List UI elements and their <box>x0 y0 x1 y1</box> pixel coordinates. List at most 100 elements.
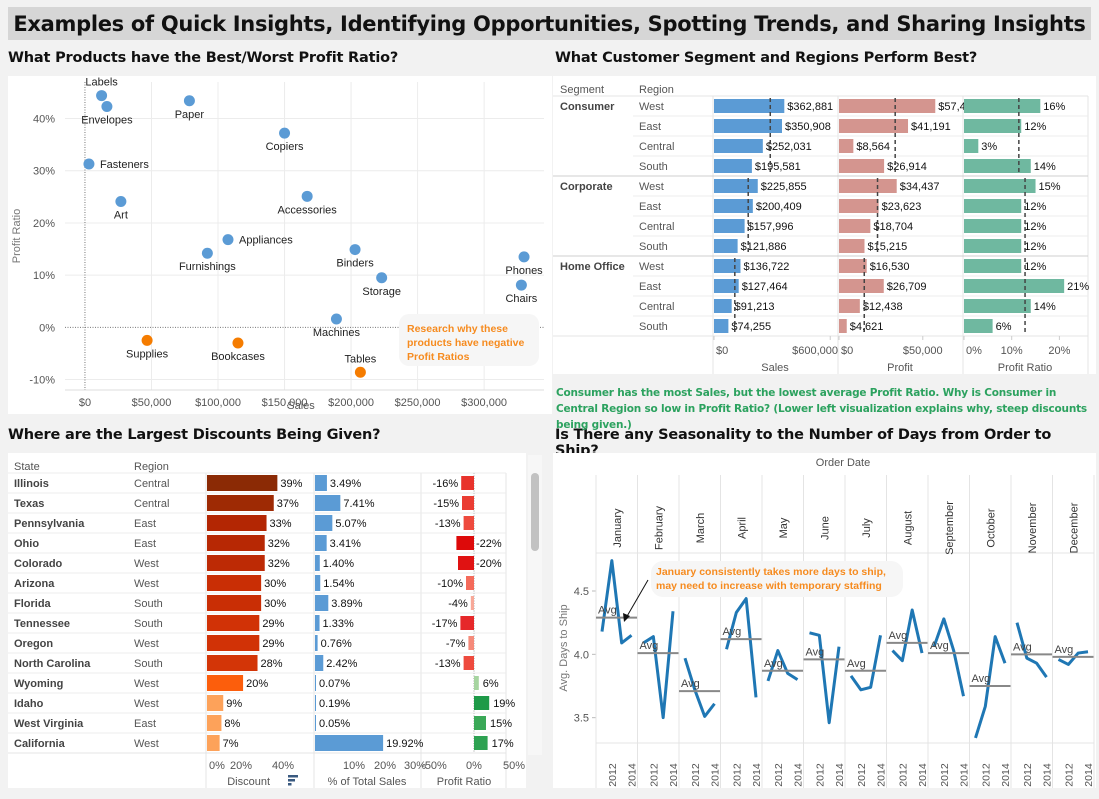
scatter-point[interactable] <box>279 127 291 139</box>
profit-ratio-bar[interactable] <box>461 476 474 490</box>
pct-sales-bar[interactable] <box>315 735 384 751</box>
pct-sales-bar[interactable] <box>315 675 316 691</box>
scatter-point[interactable] <box>183 95 195 107</box>
profit-ratio-bar[interactable] <box>458 556 474 570</box>
pct-sales-bar[interactable] <box>315 495 341 511</box>
scatter-point[interactable] <box>301 190 313 202</box>
bar-profit[interactable] <box>839 239 865 253</box>
bar-profit-ratio[interactable] <box>964 259 1022 273</box>
bar-sales[interactable] <box>714 299 732 313</box>
discount-bar[interactable] <box>207 695 224 711</box>
bar-profit[interactable] <box>839 299 860 313</box>
discount-bar[interactable] <box>207 475 278 491</box>
bar-profit-ratio[interactable] <box>964 219 1022 233</box>
scatter-point[interactable] <box>349 244 361 256</box>
scatter-point[interactable] <box>232 337 244 349</box>
discount-scrollbar-thumb[interactable] <box>531 473 539 551</box>
bar-sales[interactable] <box>714 119 782 133</box>
profit-ratio-bar[interactable] <box>468 636 474 650</box>
discount-bar[interactable] <box>207 495 274 511</box>
bar-profit[interactable] <box>839 99 936 113</box>
seasonality-line-chart[interactable]: Order Date 3.5 4.0 4.5 Avg. Days to Ship Janu… <box>553 453 1096 788</box>
bar-profit-ratio[interactable] <box>964 319 993 333</box>
profit-ratio-bar[interactable] <box>460 616 474 630</box>
bar-profit-ratio[interactable] <box>964 119 1022 133</box>
bar-profit[interactable] <box>839 119 909 133</box>
pct-sales-bar[interactable] <box>315 515 333 531</box>
profit-ratio-bar[interactable] <box>456 536 474 550</box>
bar-profit-ratio[interactable] <box>964 159 1031 173</box>
scatter-point[interactable] <box>330 313 342 325</box>
bar-sales[interactable] <box>714 219 745 233</box>
scatter-point[interactable] <box>515 279 527 291</box>
discount-bar[interactable] <box>207 735 220 751</box>
scatter-point[interactable] <box>354 366 366 378</box>
scatter-point[interactable] <box>115 196 127 208</box>
profit-ratio-bar[interactable] <box>474 676 479 690</box>
discount-bar[interactable] <box>207 535 265 551</box>
pct-sales-bar[interactable] <box>315 475 327 491</box>
bar-sales[interactable] <box>714 139 763 153</box>
pct-sales-bar[interactable] <box>315 655 324 671</box>
scatter-chart[interactable]: $0 $50,000 $100,000 $150,000 $200,000 $250,00… <box>8 76 552 414</box>
profit-ratio-bar[interactable] <box>474 716 486 730</box>
profit-ratio-bar[interactable] <box>470 596 474 610</box>
bar-profit-ratio[interactable] <box>964 279 1065 293</box>
days-to-ship-line[interactable] <box>725 597 758 698</box>
discount-bar[interactable] <box>207 715 222 731</box>
scatter-point[interactable] <box>83 158 95 170</box>
bar-sales[interactable] <box>714 99 785 113</box>
scatter-point[interactable] <box>141 334 153 346</box>
discount-bar[interactable] <box>207 675 244 691</box>
pct-sales-bar[interactable] <box>315 635 318 651</box>
bar-sales[interactable] <box>714 259 741 273</box>
discount-bar-chart[interactable]: State Region Illinois Central 39% 3.49% -16% Te… <box>8 453 526 788</box>
pct-sales-bar[interactable] <box>315 715 316 731</box>
discount-bar[interactable] <box>207 655 258 671</box>
days-to-ship-line[interactable] <box>974 635 1007 739</box>
bar-sales[interactable] <box>714 319 729 333</box>
bar-profit-ratio[interactable] <box>964 139 979 153</box>
pct-sales-bar[interactable] <box>315 575 321 591</box>
bar-profit[interactable] <box>839 179 897 193</box>
discount-bar[interactable] <box>207 615 260 631</box>
segment-bar-chart[interactable]: Segment RegionConsumer West $362,881 $57,451… <box>553 76 1096 374</box>
bar-profit[interactable] <box>839 159 885 173</box>
bar-sales[interactable] <box>714 179 758 193</box>
bar-profit[interactable] <box>839 279 884 293</box>
scatter-point[interactable] <box>201 247 213 259</box>
pct-sales-bar[interactable] <box>315 695 316 711</box>
profit-ratio-bar[interactable] <box>474 696 490 710</box>
discount-bar[interactable] <box>207 515 267 531</box>
bar-sales[interactable] <box>714 239 738 253</box>
scatter-point[interactable] <box>376 272 388 284</box>
bar-profit-ratio[interactable] <box>964 199 1022 213</box>
bar-profit-ratio[interactable] <box>964 99 1041 113</box>
scatter-point[interactable] <box>101 101 113 113</box>
bar-profit-ratio[interactable] <box>964 239 1022 253</box>
profit-ratio-bar[interactable] <box>463 516 474 530</box>
days-to-ship-line[interactable] <box>642 611 675 720</box>
discount-bar[interactable] <box>207 575 262 591</box>
scatter-point[interactable] <box>96 90 108 102</box>
pct-sales-bar[interactable] <box>315 615 320 631</box>
scatter-point[interactable] <box>222 234 234 246</box>
profit-ratio-bar[interactable] <box>466 576 474 590</box>
bar-profit[interactable] <box>839 259 867 273</box>
bar-profit[interactable] <box>839 219 871 233</box>
days-to-ship-line[interactable] <box>600 559 633 645</box>
scatter-point[interactable] <box>518 251 530 263</box>
pct-sales-bar[interactable] <box>315 535 327 551</box>
bar-sales[interactable] <box>714 159 752 173</box>
bar-profit[interactable] <box>839 319 847 333</box>
discount-bar[interactable] <box>207 595 262 611</box>
profit-ratio-bar[interactable] <box>462 496 474 510</box>
bar-profit-ratio[interactable] <box>964 299 1031 313</box>
bar-sales[interactable] <box>714 199 753 213</box>
discount-bar[interactable] <box>207 635 260 651</box>
sort-descending-icon[interactable] <box>288 775 298 786</box>
discount-bar[interactable] <box>207 555 265 571</box>
bar-profit[interactable] <box>839 199 879 213</box>
bar-profit[interactable] <box>839 139 854 153</box>
profit-ratio-bar[interactable] <box>474 736 488 750</box>
